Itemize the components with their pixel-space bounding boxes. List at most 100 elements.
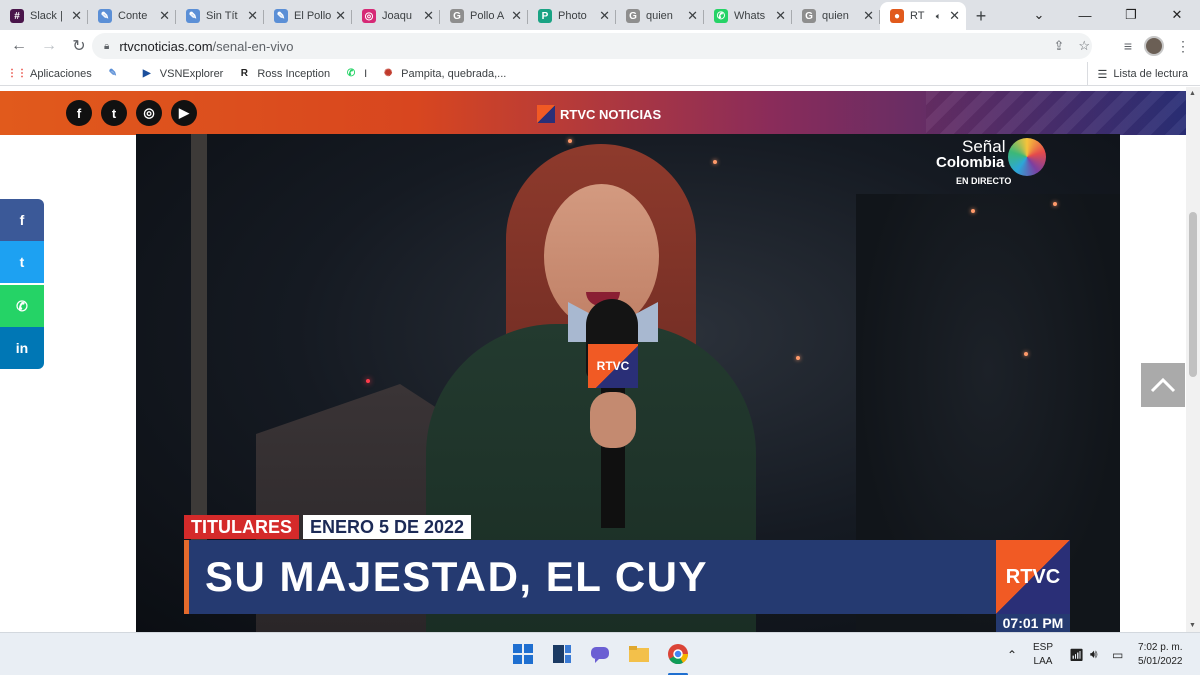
tab-audio-icon[interactable]: 🔈︎ [936,11,941,22]
instagram-icon[interactable]: ◎ [136,100,162,126]
twitter-icon[interactable]: t [101,100,127,126]
rtvc-logo-icon [537,105,555,123]
facebook-icon[interactable]: f [66,100,92,126]
wifi-icon[interactable]: 📶︎ [1069,633,1084,675]
browser-tab[interactable]: # Slack | ✕ [0,2,88,30]
scroll-to-top-button[interactable] [1141,363,1185,407]
tab-close-icon[interactable]: ✕ [599,8,610,24]
browser-tab[interactable]: P Photo ✕ [528,2,616,30]
scroll-up-arrow-icon[interactable]: ▲ [1189,90,1196,97]
share-linkedin-button[interactable]: in [0,327,44,369]
share-facebook-button[interactable]: f [0,199,44,241]
reading-list-button[interactable]: ☰ Lista de lectura [1086,62,1188,86]
share-twitter-button[interactable]: t [0,241,44,283]
reload-button[interactable]: ↻ [64,31,94,61]
browser-tab[interactable]: ✎ Conte ✕ [88,2,176,30]
reading-list-icon: ☰ [1097,68,1108,81]
bookmarks-bar: ⋮⋮ Aplicaciones ✎ ▶ VSNExplorer R Ross Incepti… [0,62,1200,86]
bookmark-item[interactable]: ✺ Pampita, quebrada,... [381,67,506,81]
system-clock[interactable]: 7:02 p. m. 5/01/2022 [1138,641,1183,669]
volume-icon[interactable]: 🔊︎ [1090,633,1098,675]
tab-favicon-icon: ✎ [98,9,112,23]
youtube-icon[interactable]: ▶ [171,100,197,126]
tab-title: Whats [734,10,766,22]
tab-title: Sin Tít [206,10,238,22]
menu-kebab-icon[interactable]: ⋮ [1176,38,1190,55]
site-logo[interactable]: RTVC NOTICIAS [537,105,661,123]
minimize-button[interactable]: — [1062,0,1108,30]
browser-tab[interactable]: ✆ Whats ✕ [704,2,792,30]
bookmark-item[interactable]: ▶ VSNExplorer [140,67,223,81]
browser-tab[interactable]: ✎ Sin Tít ✕ [176,2,264,30]
share-whatsapp-button[interactable]: ✆ [0,285,44,327]
tab-close-icon[interactable]: ✕ [423,8,434,24]
video-light [568,139,572,143]
scroll-down-arrow-icon[interactable]: ▼ [1189,622,1196,629]
video-scene-pole [191,134,207,554]
chat-button[interactable] [588,642,612,666]
forward-button[interactable]: → [34,31,64,61]
browser-tab[interactable]: ◎ Joaqu ✕ [352,2,440,30]
section-tag: TITULARES [184,515,299,539]
reading-list-label: Lista de lectura [1113,68,1188,80]
tab-close-icon[interactable]: ✕ [247,8,258,24]
page-scrollbar[interactable]: ▲ ▼ [1186,87,1200,632]
browser-tab[interactable]: ● RT 🔈︎ ✕ [880,2,966,30]
show-hidden-icons-chevron-icon[interactable]: ⌃ [1007,633,1017,675]
battery-icon[interactable]: ▭ [1112,633,1123,675]
brand-name: RTVC NOTICIAS [560,106,662,122]
bookmark-item[interactable]: ⋮⋮ Aplicaciones [7,67,92,81]
tab-favicon-icon: G [802,9,816,23]
tab-favicon-icon: ◎ [362,9,376,23]
tab-close-icon[interactable]: ✕ [687,8,698,24]
tab-favicon-icon: ● [890,9,904,23]
task-view-button[interactable] [550,642,574,666]
headline-banner: SU MAJESTAD, EL CUY [184,540,998,614]
site-header: f t ◎ ▶ RTVC NOTICIAS [0,91,1186,135]
tab-close-icon[interactable]: ✕ [511,8,522,24]
url-path: /senal-en-vivo [212,38,294,54]
browser-tab[interactable]: Gquien ✕ [616,2,704,30]
bookmark-item[interactable]: ✎ [106,67,126,81]
bookmark-favicon-icon: ▶ [142,68,151,79]
media-control-icon[interactable]: ≡ [1124,38,1132,54]
bookmark-favicon-icon: ✆ [346,68,356,79]
clock-date: 5/01/2022 [1138,656,1183,667]
live-video-player[interactable]: RTVC Señal Colombia EN DIRECTO TITULARES… [136,134,1120,632]
tab-close-icon[interactable]: ✕ [863,8,874,24]
tab-close-icon[interactable]: ✕ [775,8,786,24]
tab-title: RT [910,10,925,22]
video-light [1053,202,1057,206]
tab-close-icon[interactable]: ✕ [949,8,960,24]
tab-search-icon[interactable]: ⌄ [1016,0,1062,30]
tab-close-icon[interactable]: ✕ [335,8,346,24]
bookmark-label: Aplicaciones [30,67,92,80]
bookmark-item[interactable]: R Ross Inception [237,67,330,81]
profile-avatar[interactable] [1144,36,1164,56]
browser-tab[interactable]: G Pollo A ✕ [440,2,528,30]
tab-favicon-icon: ✆ [714,9,728,23]
video-light [971,209,975,213]
browser-tab[interactable]: ✎ El Pollo ✕ [264,2,352,30]
chrome-button[interactable] [666,642,690,666]
restore-button[interactable]: ❐ [1108,0,1154,30]
new-tab-button[interactable]: + [966,2,996,30]
tab-close-icon[interactable]: ✕ [71,8,82,24]
live-indicator: EN DIRECTO [956,176,1012,186]
bookmark-star-icon[interactable]: ☆ [1078,38,1090,54]
bookmark-favicon-icon: ✺ [383,68,393,79]
file-explorer-button[interactable] [627,642,651,666]
close-window-button[interactable]: ✕ [1154,0,1200,30]
chevron-up-icon [1150,377,1176,393]
address-bar[interactable]: 🔒︎ rtvcnoticias.com/senal-en-vivo [92,33,1092,59]
scrollbar-thumb[interactable] [1189,212,1197,377]
input-language-indicator[interactable]: ESP LAA [1033,641,1053,669]
browser-tab[interactable]: Gquien ✕ [792,2,880,30]
back-button[interactable]: ← [4,31,34,61]
bookmark-item[interactable]: ✆ I [344,67,367,81]
bookmark-favicon-icon: R [240,68,248,79]
tab-close-icon[interactable]: ✕ [159,8,170,24]
share-icon[interactable]: ⇪ [1053,38,1064,54]
start-button[interactable] [511,642,535,666]
bookmark-label: Pampita, quebrada,... [401,67,507,80]
